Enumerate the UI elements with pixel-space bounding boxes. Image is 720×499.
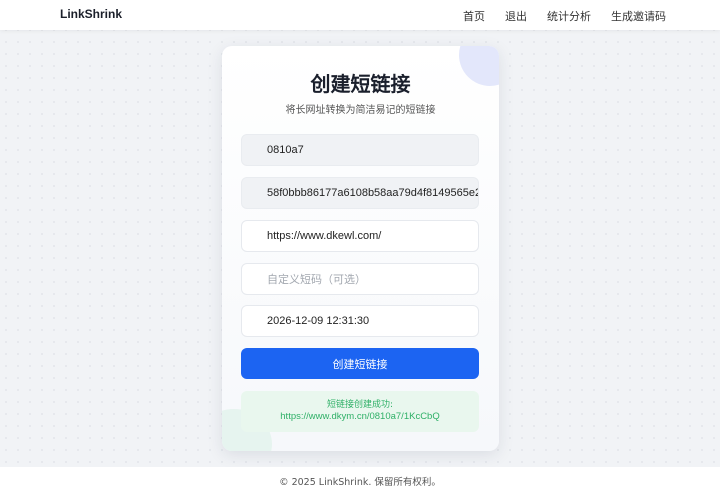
user-code-value: 0810a7	[267, 144, 304, 156]
custom-code-input[interactable]: 自定义短码（可选）	[241, 263, 479, 295]
long-url-value: https://www.dkewl.com/	[267, 230, 382, 242]
nav-link-statistics[interactable]: 统计分析	[547, 8, 591, 24]
nav-links: 首页 退出 统计分析 生成邀请码	[463, 8, 666, 24]
long-url-input[interactable]: https://www.dkewl.com/	[241, 220, 479, 252]
create-link-card: 创建短链接 将长网址转换为简洁易记的短链接 0810a7 58f0bbb8617…	[222, 46, 499, 451]
custom-code-placeholder: 自定义短码（可选）	[267, 274, 366, 286]
page-subtitle: 将长网址转换为简洁易记的短链接	[285, 105, 436, 116]
footer-copyright: © 2025 LinkShrink. 保留所有权利。	[279, 477, 441, 488]
token-value: 58f0bbb86177a6108b58aa79d4f8149565e2	[267, 187, 479, 199]
token-field[interactable]: 58f0bbb86177a6108b58aa79d4f8149565e2	[241, 177, 479, 209]
result-message: 短链接创建成功:	[326, 400, 394, 410]
expire-time-input[interactable]: 2026-12-09 12:31:30	[241, 305, 479, 337]
nav-link-invite-code[interactable]: 生成邀请码	[611, 8, 666, 24]
nav-link-home[interactable]: 首页	[463, 8, 485, 24]
page-footer: © 2025 LinkShrink. 保留所有权利。	[0, 467, 720, 499]
result-box: 短链接创建成功: https://www.dkym.cn/0810a7/1KcC…	[241, 391, 479, 432]
result-short-url-link[interactable]: https://www.dkym.cn/0810a7/1KcCbQ	[241, 411, 479, 423]
create-link-button[interactable]: 创建短链接	[241, 348, 479, 379]
expire-time-value: 2026-12-09 12:31:30	[267, 315, 370, 327]
user-code-field[interactable]: 0810a7	[241, 134, 479, 166]
brand-logo[interactable]: LinkShrink	[60, 7, 122, 21]
nav-link-logout[interactable]: 退出	[505, 8, 527, 24]
top-navbar: LinkShrink 首页 退出 统计分析 生成邀请码	[0, 0, 720, 30]
page-title: 创建短链接	[310, 72, 411, 96]
